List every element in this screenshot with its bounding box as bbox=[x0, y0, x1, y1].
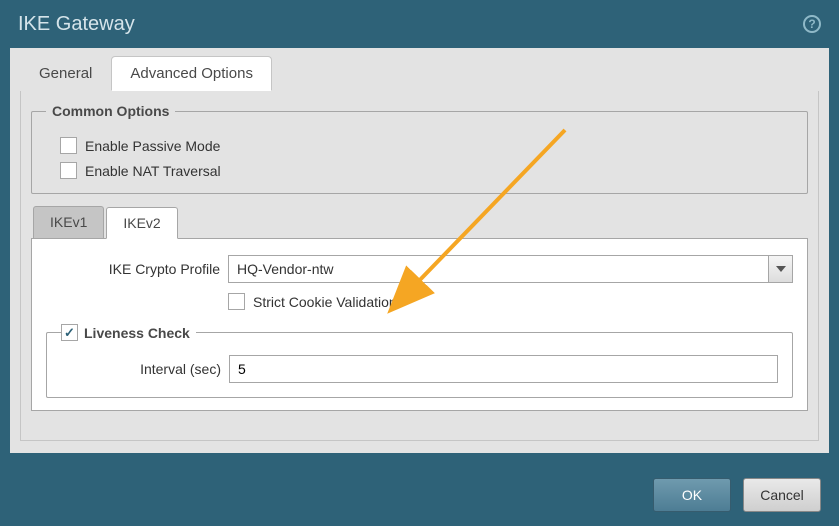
common-options-legend: Common Options bbox=[46, 103, 175, 119]
dialog-button-row: OK Cancel bbox=[653, 478, 821, 512]
enable-nat-traversal-row: Enable NAT Traversal bbox=[60, 162, 793, 179]
common-options-group: Common Options Enable Passive Mode Enabl… bbox=[31, 103, 808, 194]
enable-nat-traversal-checkbox[interactable] bbox=[60, 162, 77, 179]
dropdown-arrow-icon bbox=[768, 256, 792, 282]
dialog-titlebar: IKE Gateway ? bbox=[0, 0, 839, 48]
ikev2-panel: IKE Crypto Profile HQ-Vendor-ntw Strict … bbox=[31, 238, 808, 411]
tab-ikev2[interactable]: IKEv2 bbox=[106, 207, 177, 239]
help-icon[interactable]: ? bbox=[803, 15, 821, 33]
dialog-title: IKE Gateway bbox=[18, 13, 135, 36]
interval-row: Interval (sec) bbox=[61, 355, 778, 383]
enable-nat-traversal-label: Enable NAT Traversal bbox=[85, 163, 221, 179]
enable-passive-mode-checkbox[interactable] bbox=[60, 137, 77, 154]
strict-cookie-row: Strict Cookie Validation bbox=[46, 293, 793, 310]
strict-cookie-checkbox[interactable] bbox=[228, 293, 245, 310]
enable-passive-mode-label: Enable Passive Mode bbox=[85, 138, 220, 154]
advanced-options-panel: Common Options Enable Passive Mode Enabl… bbox=[20, 91, 819, 441]
liveness-check-checkbox[interactable] bbox=[61, 324, 78, 341]
tab-ikev1[interactable]: IKEv1 bbox=[33, 206, 104, 238]
enable-passive-mode-row: Enable Passive Mode bbox=[60, 137, 793, 154]
ike-crypto-profile-value: HQ-Vendor-ntw bbox=[237, 261, 333, 277]
liveness-check-legend: Liveness Check bbox=[61, 324, 196, 341]
tab-general[interactable]: General bbox=[20, 56, 111, 91]
dialog-content: General Advanced Options Common Options … bbox=[10, 48, 829, 453]
interval-label: Interval (sec) bbox=[61, 361, 229, 377]
liveness-check-label: Liveness Check bbox=[84, 325, 190, 341]
strict-cookie-label: Strict Cookie Validation bbox=[253, 294, 397, 310]
ike-crypto-profile-label: IKE Crypto Profile bbox=[46, 261, 228, 277]
ike-crypto-profile-row: IKE Crypto Profile HQ-Vendor-ntw bbox=[46, 255, 793, 283]
outer-tabstrip: General Advanced Options bbox=[10, 48, 829, 91]
interval-input[interactable] bbox=[229, 355, 778, 383]
cancel-button[interactable]: Cancel bbox=[743, 478, 821, 512]
tab-advanced-options[interactable]: Advanced Options bbox=[111, 56, 272, 91]
liveness-check-group: Liveness Check Interval (sec) bbox=[46, 324, 793, 398]
ike-gateway-dialog: IKE Gateway ? General Advanced Options C… bbox=[0, 0, 839, 526]
ike-crypto-profile-select[interactable]: HQ-Vendor-ntw bbox=[228, 255, 793, 283]
ok-button[interactable]: OK bbox=[653, 478, 731, 512]
ike-version-tabstrip: IKEv1 IKEv2 bbox=[33, 206, 808, 238]
